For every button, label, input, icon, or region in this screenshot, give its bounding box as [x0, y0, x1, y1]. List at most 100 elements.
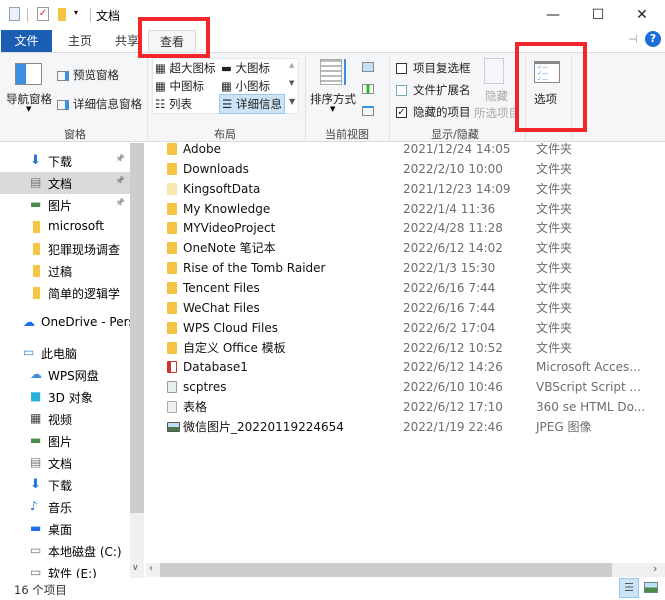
file-name: KingsoftData [183, 181, 261, 196]
tab-file[interactable]: 文件 [1, 30, 52, 52]
sidebar-item[interactable]: ⬇ 下载 📌 [0, 150, 130, 172]
file-row[interactable]: Adobe 2021/12/24 14:05 文件夹 [165, 139, 655, 159]
sidebar-scroll-down[interactable]: ∨ [132, 563, 139, 573]
nav-pane-button[interactable]: 导航窗格 ▼ [6, 59, 52, 117]
layout-small-icons[interactable]: ▦ 小图标 [221, 78, 270, 94]
details-view-button[interactable]: ☰ [619, 578, 639, 598]
file-row[interactable]: WPS Cloud Files 2022/6/2 17:04 文件夹 [165, 318, 655, 338]
sidebar-item[interactable]: ♪ 音乐 [0, 496, 130, 518]
close-button[interactable]: ✕ [627, 4, 657, 26]
sort-by-button[interactable]: 排序方式 ▼ [310, 59, 360, 117]
sidebar-item[interactable]: ▤ 文档 [0, 452, 130, 474]
tab-home[interactable]: 主页 [56, 30, 104, 52]
sidebar-scroll-thumb[interactable] [130, 143, 144, 513]
horizontal-scrollbar[interactable]: ‹ › [146, 562, 665, 577]
minimize-button[interactable]: — [538, 4, 568, 26]
sidebar-item-label: 犯罪现场调查 [48, 243, 121, 257]
layout-details[interactable]: ☰ 详细信息 [219, 94, 285, 114]
scroll-right[interactable]: › [653, 562, 657, 575]
layout-extra-large-icons[interactable]: ▦ 超大图标 [155, 60, 216, 76]
sidebar-item-label: 图片 [48, 435, 73, 449]
sidebar-item[interactable]: 过稿 [0, 260, 130, 282]
sidebar-item-label: microsoft [48, 219, 104, 233]
sidebar-item[interactable]: ☁ WPS网盘 [0, 364, 130, 386]
file-row[interactable]: 微信图片_20220119224654 2022/1/19 22:46 JPEG 图… [165, 417, 655, 437]
sidebar-item[interactable]: ▬ 图片 [0, 430, 130, 452]
sidebar-item-label: 桌面 [48, 523, 73, 537]
sidebar-item[interactable]: ⬇ 下载 [0, 474, 130, 496]
cloud-icon: ☁ [23, 315, 35, 329]
hide-selected-button[interactable]: 隐藏 所选项目 [472, 58, 520, 120]
gallery-scroll-up[interactable]: ▲ [289, 61, 294, 69]
sidebar-item[interactable]: ▭ 软件 (E:) [0, 562, 130, 578]
file-date: 2022/6/12 17:10 [403, 400, 503, 415]
file-date: 2022/6/16 7:44 [403, 280, 496, 295]
help-button[interactable]: ? [645, 31, 661, 47]
add-columns-icon[interactable] [362, 84, 374, 94]
pin-icon[interactable]: 📌 [115, 154, 125, 163]
file-type: 文件夹 [536, 280, 573, 295]
sidebar-scrollbar[interactable]: ∨ [130, 143, 144, 578]
file-row[interactable]: MYVideoProject 2022/4/28 11:28 文件夹 [165, 218, 655, 238]
gallery-scroll-down[interactable]: ▼ [289, 79, 294, 87]
sidebar-item-label: 视频 [48, 413, 73, 427]
sidebar-item[interactable]: 简单的逻辑学 [0, 282, 130, 304]
properties-icon[interactable] [9, 7, 20, 21]
sidebar-item[interactable]: ▤ 文档 📌 [0, 172, 130, 194]
folder-icon[interactable] [58, 8, 66, 21]
checkmark-icon[interactable]: ✓ [37, 7, 49, 21]
sidebar-item[interactable]: ■ 3D 对象 [0, 386, 130, 408]
layout-list[interactable]: ☷ 列表 [155, 96, 192, 112]
checkbox-checked[interactable]: ✓ [396, 107, 407, 118]
pin-ribbon-icon[interactable]: ⊣ [628, 33, 638, 46]
folder-icon [167, 262, 177, 275]
maximize-button[interactable]: ☐ [583, 4, 613, 26]
file-row[interactable]: 表格 2022/6/12 17:10 360 se HTML Do... [165, 397, 655, 417]
file-date: 2022/6/12 10:52 [403, 340, 503, 355]
sidebar-item[interactable]: ▬ 桌面 [0, 518, 130, 540]
sidebar-item[interactable]: ▭ 本地磁盘 (C:) [0, 540, 130, 562]
sidebar-item[interactable]: ▭ 此电脑 [0, 342, 130, 364]
checkbox[interactable] [396, 63, 407, 74]
file-extensions-toggle[interactable]: 文件扩展名 [396, 82, 471, 98]
file-row[interactable]: Downloads 2022/2/10 10:00 文件夹 [165, 159, 655, 179]
sidebar-item[interactable]: ▦ 视频 [0, 408, 130, 430]
file-row[interactable]: OneNote 笔记本 2022/6/12 14:02 文件夹 [165, 238, 655, 258]
hidden-items-toggle[interactable]: ✓ 隐藏的项目 [396, 104, 471, 120]
chevron-down-icon[interactable]: ▾ [74, 8, 78, 17]
scroll-left[interactable]: ‹ [149, 563, 153, 574]
pin-icon[interactable]: 📌 [115, 198, 125, 207]
gallery-expand[interactable]: ▼ [289, 97, 295, 106]
sidebar-item[interactable]: 犯罪现场调查 [0, 238, 130, 260]
pin-icon[interactable]: 📌 [115, 176, 125, 185]
horizontal-scroll-thumb[interactable] [160, 563, 612, 577]
sidebar-item-label: 本地磁盘 (C:) [48, 545, 122, 559]
sidebar-item[interactable]: ▬ 图片 📌 [0, 194, 130, 216]
file-row[interactable]: My Knowledge 2022/1/4 11:36 文件夹 [165, 199, 655, 219]
file-row[interactable]: Database1 2022/6/12 14:26 Microsoft Acces.… [165, 357, 655, 377]
large-icons-view-button[interactable] [644, 582, 658, 593]
hide-selected-icon [484, 58, 504, 84]
file-row[interactable]: 自定义 Office 模板 2022/6/12 10:52 文件夹 [165, 338, 655, 358]
details-pane-button[interactable]: 详细信息窗格 [57, 96, 142, 112]
item-checkboxes-toggle[interactable]: 项目复选框 [396, 60, 471, 76]
file-date: 2022/6/16 7:44 [403, 300, 496, 315]
sidebar-item-label: 下载 [48, 155, 73, 169]
sidebar-item[interactable]: microsoft [0, 216, 130, 238]
layout-medium-icons[interactable]: ▦ 中图标 [155, 78, 204, 94]
checkbox[interactable] [396, 85, 407, 96]
group-label-panes: 窗格 [64, 128, 86, 141]
download-icon: ⬇ [30, 153, 41, 168]
sidebar-item-label: 此电脑 [41, 347, 78, 361]
file-row[interactable]: WeChat Files 2022/6/16 7:44 文件夹 [165, 298, 655, 318]
drive-icon: ▭ [30, 543, 42, 557]
preview-pane-button[interactable]: 预览窗格 [57, 67, 119, 83]
file-row[interactable]: KingsoftData 2021/12/23 14:09 文件夹 [165, 179, 655, 199]
size-columns-icon[interactable] [362, 106, 374, 116]
layout-large-icons[interactable]: ▬ 大图标 [221, 60, 270, 76]
file-row[interactable]: Tencent Files 2022/6/16 7:44 文件夹 [165, 278, 655, 298]
file-row[interactable]: Rise of the Tomb Raider 2022/1/3 15:30 文件夹 [165, 258, 655, 278]
sidebar-item[interactable]: ☁ OneDrive - Perso [0, 312, 130, 334]
group-by-icon[interactable] [362, 62, 374, 72]
file-row[interactable]: scptres 2022/6/10 10:46 VBScript Script ..… [165, 377, 655, 397]
